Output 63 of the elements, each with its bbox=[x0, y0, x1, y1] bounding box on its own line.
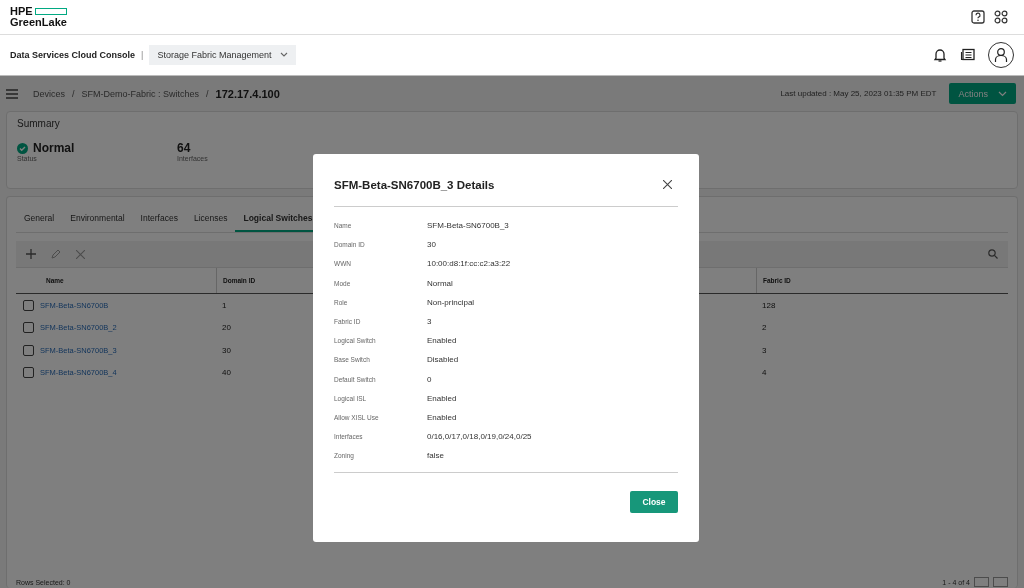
field-value: false bbox=[427, 451, 444, 461]
field-value: Normal bbox=[427, 278, 453, 288]
field-value: Enabled bbox=[427, 336, 457, 346]
help-icon[interactable] bbox=[971, 10, 985, 24]
row-checkbox[interactable] bbox=[22, 344, 34, 356]
last-updated-text: Last updated : May 25, 2023 01:35 PM EDT bbox=[780, 89, 937, 98]
field-value: SFM-Beta-SN6700B_3 bbox=[427, 221, 509, 231]
service-dropdown[interactable]: Storage Fabric Management bbox=[149, 45, 297, 65]
table-cell: 20 bbox=[222, 323, 231, 333]
stat-value: 64 bbox=[177, 141, 191, 155]
field-value: 10:00:d8:1f:cc:c2:a3:22 bbox=[427, 259, 511, 269]
tab[interactable]: Environmental bbox=[62, 207, 133, 232]
field-value: Disabled bbox=[427, 355, 459, 365]
dialog-title: SFM-Beta-SN6700B_3 Details bbox=[334, 177, 495, 191]
table-cell: 4 bbox=[762, 368, 767, 378]
table-cell: 128 bbox=[762, 300, 776, 310]
table-cell: 30 bbox=[222, 345, 231, 355]
caret-icon bbox=[998, 90, 1007, 97]
row-checkbox[interactable] bbox=[22, 322, 34, 334]
logo-text: HPE bbox=[10, 6, 33, 17]
logo[interactable]: HPE GreenLake bbox=[10, 6, 67, 28]
user-avatar-button[interactable] bbox=[988, 42, 1014, 68]
field-value: Enabled bbox=[427, 393, 457, 403]
status-ok-icon bbox=[17, 142, 28, 154]
row-checkbox[interactable] bbox=[22, 367, 34, 379]
apps-icon[interactable] bbox=[994, 10, 1008, 24]
bell-icon[interactable] bbox=[932, 47, 948, 63]
previous-page-button[interactable] bbox=[974, 577, 989, 587]
search-icon[interactable] bbox=[988, 249, 998, 259]
stat-value: Normal bbox=[33, 141, 75, 155]
row-checkbox[interactable] bbox=[22, 299, 34, 311]
field-value: 0 bbox=[427, 374, 432, 384]
field-value: 0/16,0/17,0/18,0/19,0/24,0/25 bbox=[427, 432, 532, 442]
breadcrumb-separator: / bbox=[206, 88, 209, 99]
table-cell: 1 bbox=[222, 300, 227, 310]
table-cell: 40 bbox=[222, 368, 231, 378]
user-icon bbox=[994, 47, 1008, 63]
news-icon[interactable] bbox=[960, 47, 976, 63]
add-icon[interactable] bbox=[26, 249, 36, 259]
tab[interactable]: General bbox=[16, 207, 63, 232]
console-title: Data Services Cloud Console bbox=[10, 50, 136, 60]
breadcrumb-link[interactable]: Devices bbox=[33, 88, 65, 99]
field-value: 30 bbox=[427, 240, 436, 250]
close-button[interactable]: Close bbox=[630, 491, 678, 514]
breadcrumb-link[interactable]: SFM-Demo-Fabric : Switches bbox=[81, 88, 200, 99]
logo-icon bbox=[34, 8, 67, 15]
tab[interactable]: Interfaces bbox=[132, 207, 186, 232]
breadcrumb-link[interactable]: 172.17.4.100 bbox=[215, 87, 280, 100]
caret-icon bbox=[280, 52, 289, 58]
menu-icon[interactable] bbox=[6, 88, 18, 99]
field-value: 3 bbox=[427, 317, 432, 327]
close-icon[interactable] bbox=[663, 180, 672, 189]
table-cell: 2 bbox=[762, 323, 767, 333]
separator-text: | bbox=[141, 50, 144, 60]
field-value: Enabled bbox=[427, 412, 457, 422]
actions-button[interactable]: Actions bbox=[949, 83, 1016, 104]
breadcrumb-separator: / bbox=[72, 88, 75, 99]
field-value: Non-principal bbox=[427, 297, 475, 307]
tab[interactable]: Licenses bbox=[185, 207, 236, 232]
table-cell: 3 bbox=[762, 345, 767, 355]
next-page-button[interactable] bbox=[993, 577, 1008, 587]
logo-text: GreenLake bbox=[10, 17, 67, 28]
summary-title: Summary bbox=[17, 118, 61, 129]
